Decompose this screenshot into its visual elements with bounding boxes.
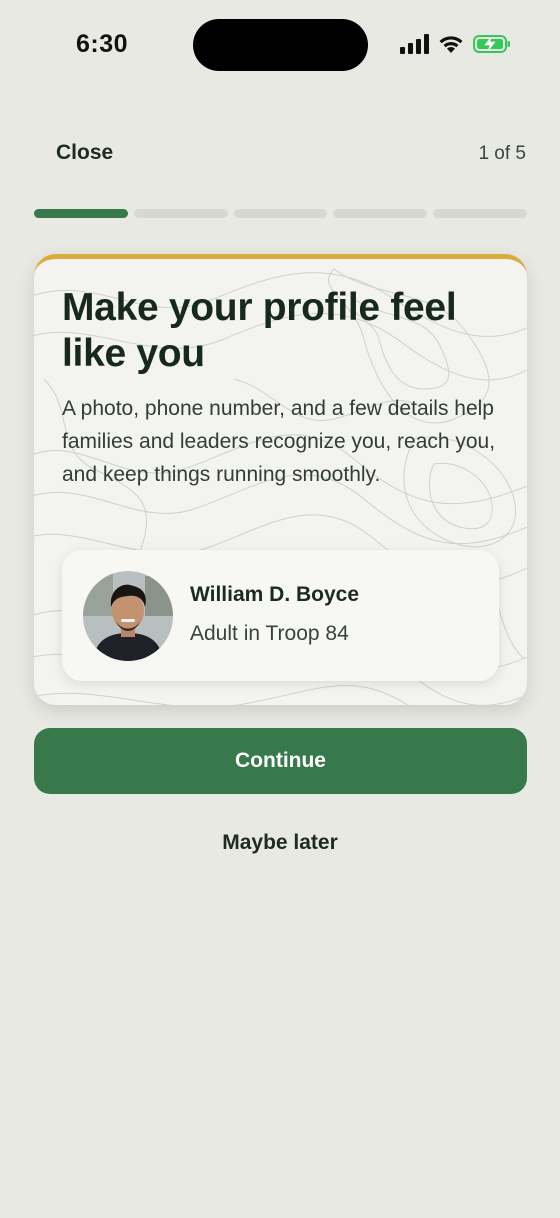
status-time: 6:30 — [76, 30, 129, 58]
card-description: A photo, phone number, and a few details… — [62, 397, 496, 486]
onboarding-screen: 6:30 Close 1 of 5 Make your profile feel… — [0, 0, 560, 1218]
progress-segment-1 — [34, 209, 128, 218]
step-counter: 1 of 5 — [478, 143, 526, 164]
dynamic-island — [193, 19, 368, 71]
profile-role: Adult in Troop 84 — [190, 622, 349, 645]
wifi-icon — [439, 36, 463, 53]
progress-bar — [34, 209, 527, 219]
close-button[interactable]: Close — [56, 141, 113, 165]
card-title: Make your profile feel like you — [62, 286, 457, 375]
battery-charging-icon — [473, 35, 510, 53]
progress-segment-3 — [233, 209, 328, 218]
continue-button[interactable]: Continue — [34, 728, 527, 794]
profile-name: William D. Boyce — [190, 583, 360, 606]
intro-card: Make your profile feel like you A photo,… — [34, 254, 527, 705]
avatar-photo — [83, 571, 173, 661]
progress-segment-5 — [433, 209, 527, 218]
progress-segment-4 — [333, 209, 428, 218]
profile-preview-card: William D. Boyce Adult in Troop 84 — [62, 550, 499, 681]
avatar — [83, 571, 173, 661]
cellular-signal-icon — [400, 34, 429, 54]
maybe-later-button[interactable]: Maybe later — [0, 831, 560, 855]
progress-segment-2 — [133, 209, 228, 218]
